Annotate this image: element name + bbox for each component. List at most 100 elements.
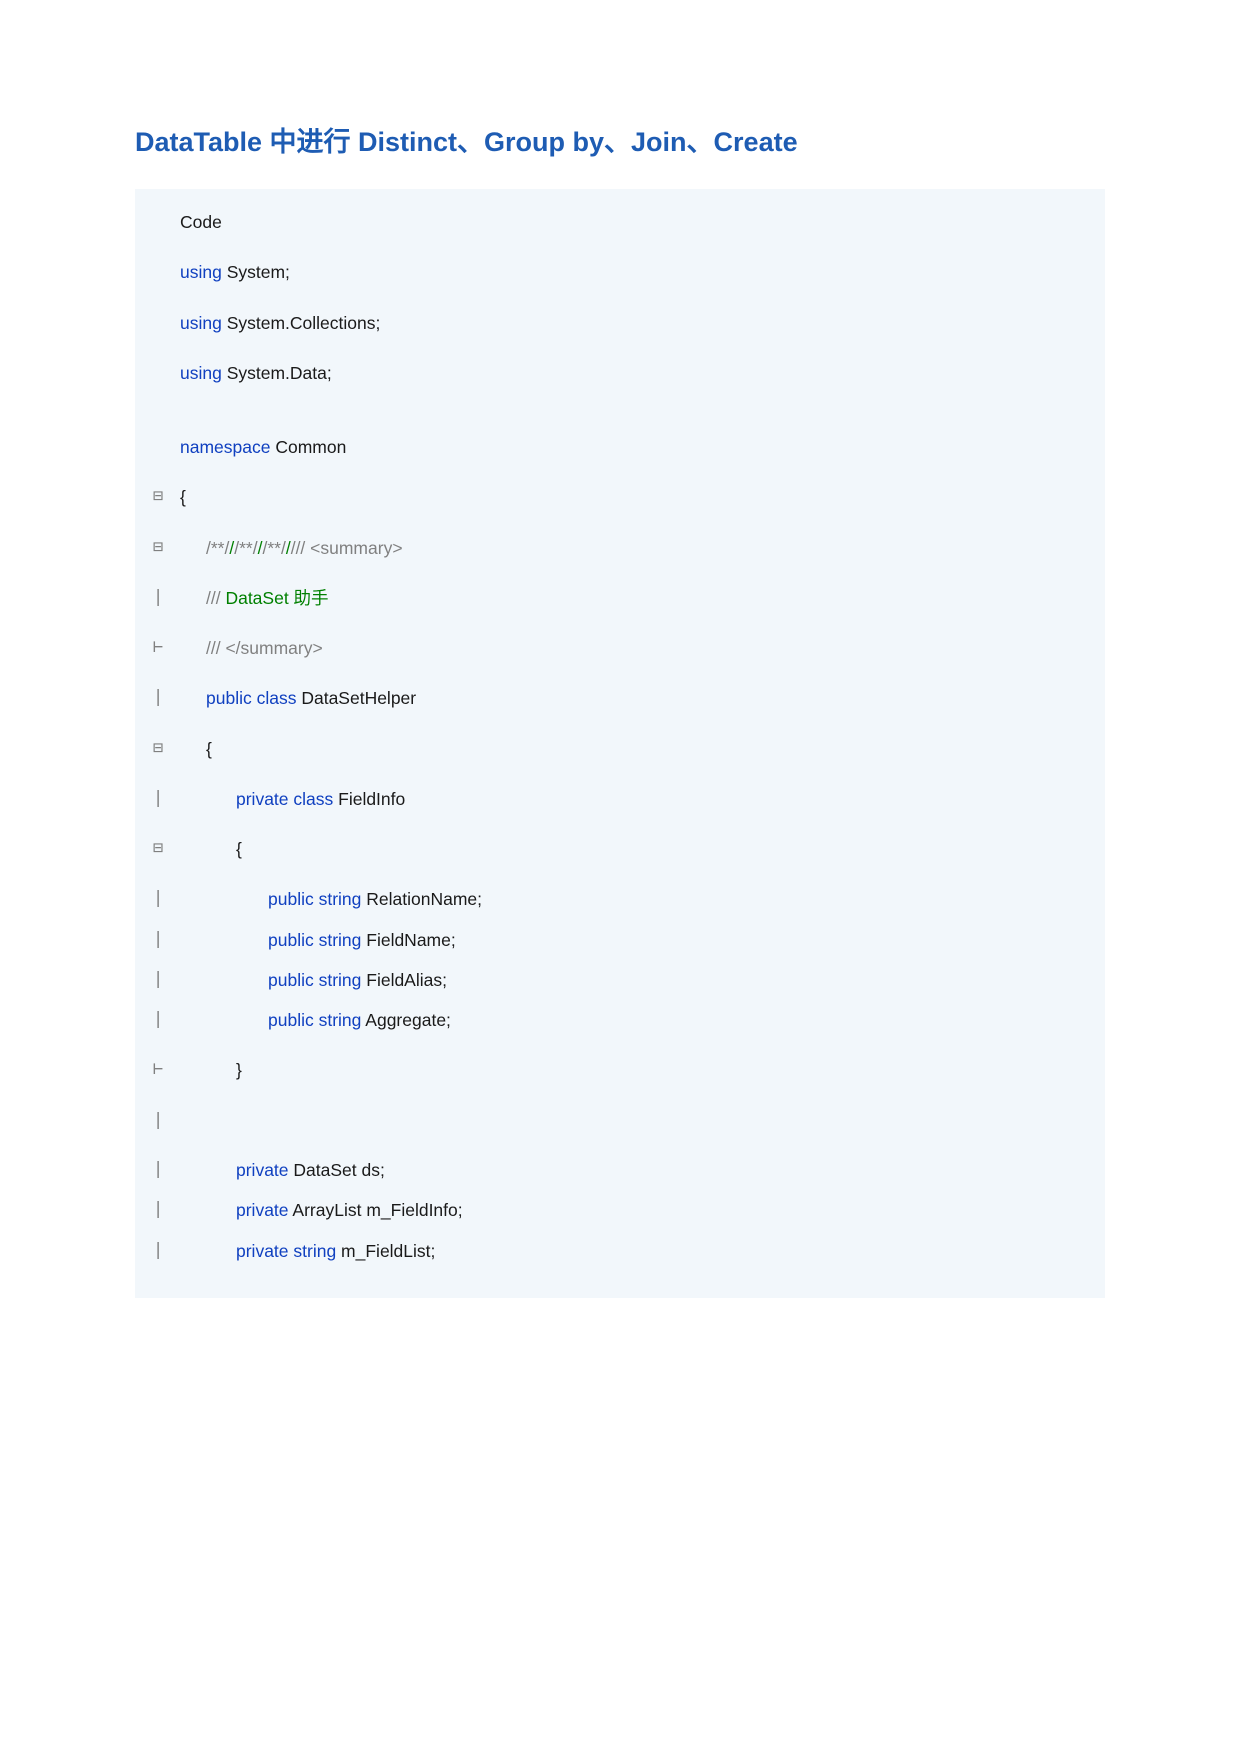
code-content: Code [180, 209, 1090, 235]
code-token: using [180, 262, 222, 282]
code-token: public class [206, 688, 296, 708]
code-line: | [150, 1108, 1090, 1134]
code-content: public string RelationName; [180, 886, 1090, 912]
code-token: Aggregate; [361, 1010, 451, 1030]
code-line: using System; [150, 259, 1090, 285]
code-token: FieldAlias; [361, 970, 447, 990]
spacer [150, 1084, 1090, 1108]
code-line: |private ArrayList m_FieldInfo; [150, 1197, 1090, 1223]
code-content: using System; [180, 259, 1090, 285]
spacer [150, 1183, 1090, 1197]
code-token: } [236, 1060, 242, 1080]
fold-gutter-icon: | [150, 967, 180, 993]
spacer [150, 336, 1090, 360]
code-content: public class DataSetHelper [180, 685, 1090, 711]
code-line: |public string RelationName; [150, 886, 1090, 912]
code-content: private string m_FieldList; [180, 1238, 1090, 1264]
code-token: using [180, 313, 222, 333]
fold-gutter-icon: ⊢ [150, 1057, 180, 1083]
code-token: Common [270, 437, 346, 457]
code-content: { [180, 836, 1090, 862]
spacer [150, 862, 1090, 886]
code-content: /// </summary> [180, 635, 1090, 661]
code-content: { [180, 736, 1090, 762]
code-content: namespace Common [180, 434, 1090, 460]
code-line: |public class DataSetHelper [150, 685, 1090, 711]
fold-gutter-icon: ⊟ [150, 736, 180, 762]
code-line: Code [150, 209, 1090, 235]
code-token: DataSet 助手 [225, 588, 328, 608]
code-token: FieldInfo [333, 789, 405, 809]
fold-gutter-icon: | [150, 886, 180, 912]
code-token: namespace [180, 437, 270, 457]
code-content: private class FieldInfo [180, 786, 1090, 812]
spacer [150, 812, 1090, 836]
code-content: /// DataSet 助手 [180, 585, 1090, 611]
code-line: using System.Data; [150, 360, 1090, 386]
spacer [150, 460, 1090, 484]
code-content: using System.Collections; [180, 310, 1090, 336]
fold-gutter-icon: | [150, 685, 180, 711]
fold-gutter-icon: | [150, 1197, 180, 1223]
code-token: private string [236, 1241, 336, 1261]
code-content: using System.Data; [180, 360, 1090, 386]
code-line: ⊢} [150, 1057, 1090, 1083]
spacer [150, 993, 1090, 1007]
code-token: /// </summary> [206, 638, 323, 658]
spacer [150, 1224, 1090, 1238]
code-line: |public string FieldAlias; [150, 967, 1090, 993]
code-line: |public string Aggregate; [150, 1007, 1090, 1033]
code-token: public string [268, 1010, 361, 1030]
code-content: public string Aggregate; [180, 1007, 1090, 1033]
code-line: |/// DataSet 助手 [150, 585, 1090, 611]
code-token: private class [236, 789, 333, 809]
spacer [150, 386, 1090, 434]
spacer [150, 235, 1090, 259]
fold-gutter-icon: | [150, 585, 180, 611]
fold-gutter-icon: | [150, 927, 180, 953]
code-token: using [180, 363, 222, 383]
fold-gutter-icon: | [150, 1238, 180, 1264]
code-line: ⊟{ [150, 736, 1090, 762]
spacer [150, 1264, 1090, 1278]
spacer [150, 511, 1090, 535]
code-token: private [236, 1200, 289, 1220]
fold-gutter-icon: | [150, 1007, 180, 1033]
code-line: |public string FieldName; [150, 927, 1090, 953]
code-line: ⊟{ [150, 484, 1090, 510]
fold-gutter-icon: ⊢ [150, 635, 180, 661]
code-token: { [180, 487, 186, 507]
code-token: FieldName; [361, 930, 455, 950]
code-token: public string [268, 889, 361, 909]
code-token: /// [206, 588, 225, 608]
code-line: namespace Common [150, 434, 1090, 460]
code-line: |private string m_FieldList; [150, 1238, 1090, 1264]
code-token: /**/ [262, 538, 285, 558]
spacer [150, 611, 1090, 635]
spacer [150, 561, 1090, 585]
spacer [150, 953, 1090, 967]
code-token: /**/ [234, 538, 257, 558]
code-token: DataSet ds; [289, 1160, 385, 1180]
fold-gutter-icon: ⊟ [150, 484, 180, 510]
code-token: ArrayList m_FieldInfo; [289, 1200, 463, 1220]
code-line: |private class FieldInfo [150, 786, 1090, 812]
code-line: using System.Collections; [150, 310, 1090, 336]
code-token: m_FieldList; [336, 1241, 435, 1261]
code-content: public string FieldName; [180, 927, 1090, 953]
code-line: ⊟{ [150, 836, 1090, 862]
code-token: { [206, 739, 212, 759]
fold-gutter-icon: | [150, 1108, 180, 1134]
code-token: RelationName; [361, 889, 482, 909]
spacer [150, 712, 1090, 736]
code-content: } [180, 1057, 1090, 1083]
code-token: System; [222, 262, 290, 282]
code-content: private ArrayList m_FieldInfo; [180, 1197, 1090, 1223]
code-token: private [236, 1160, 289, 1180]
fold-gutter-icon: ⊟ [150, 836, 180, 862]
fold-gutter-icon: | [150, 1157, 180, 1183]
code-token: /**/ [206, 538, 229, 558]
code-line: ⊟/**///**///**///// <summary> [150, 535, 1090, 561]
fold-gutter-icon: | [150, 786, 180, 812]
spacer [150, 913, 1090, 927]
